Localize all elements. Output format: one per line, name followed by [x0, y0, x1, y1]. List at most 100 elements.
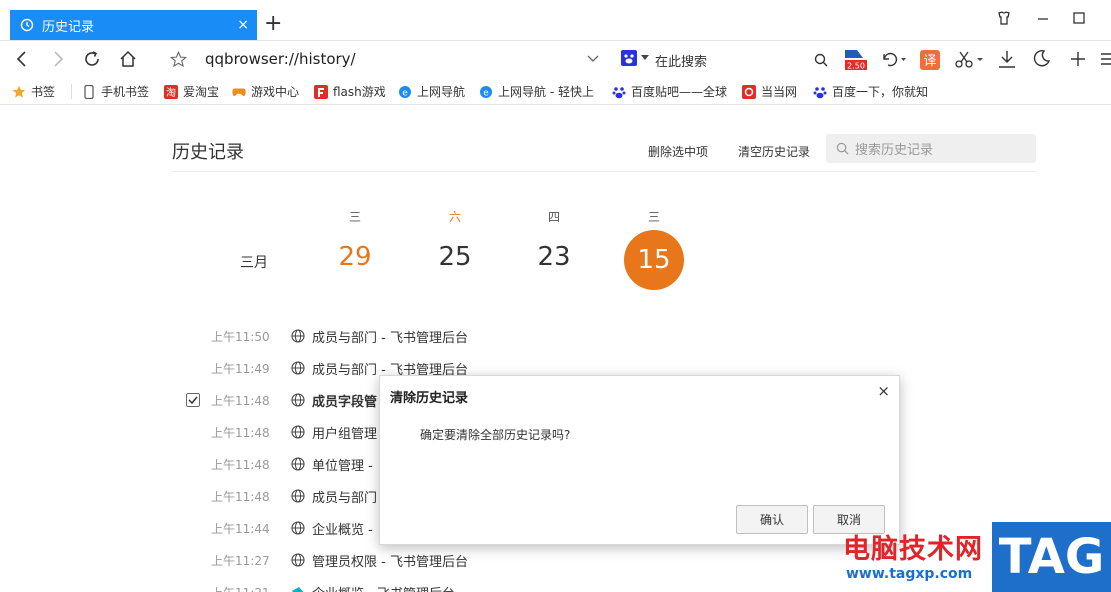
- date-29[interactable]: 29: [325, 242, 385, 272]
- feishu-icon: [292, 587, 304, 592]
- skin-icon[interactable]: [996, 10, 1012, 26]
- history-time: 上午11:49: [211, 362, 270, 376]
- history-title[interactable]: 管理员权限 - 飞书管理后台: [312, 551, 468, 570]
- svg-text:淘: 淘: [166, 86, 176, 99]
- ie-icon: e: [399, 85, 411, 98]
- svg-text:e: e: [402, 88, 408, 98]
- globe-icon: [291, 393, 305, 407]
- bookmark-item[interactable]: e 上网导航 - 轻快上: [479, 83, 594, 100]
- clear-history-dialog: 清除历史记录 × 确定要清除全部历史记录吗? 确认 取消: [379, 375, 900, 545]
- history-title[interactable]: 企业概览 - 飞书管理后台: [312, 583, 455, 592]
- globe-icon: [291, 489, 305, 503]
- forward-icon: [54, 51, 64, 67]
- history-time: 上午11:44: [211, 522, 270, 536]
- history-title[interactable]: 用户组管理: [312, 423, 377, 442]
- download-icon[interactable]: [998, 50, 1016, 68]
- history-time: 上午11:27: [211, 554, 270, 568]
- menu-icon[interactable]: [1101, 52, 1111, 66]
- back-button[interactable]: [10, 47, 34, 71]
- title-bar: 历史记录 × +: [0, 0, 1111, 40]
- bookmark-item[interactable]: 淘 爱淘宝: [164, 83, 219, 100]
- bookmark-item[interactable]: e 上网导航: [398, 83, 465, 100]
- address-bar[interactable]: qqbrowser://history/: [205, 50, 356, 68]
- clear-history-button[interactable]: 清空历史记录: [738, 143, 810, 160]
- night-mode-icon[interactable]: [1033, 50, 1050, 67]
- month-label: 三月: [240, 255, 268, 271]
- gamepad-icon: [232, 88, 246, 96]
- add-icon[interactable]: [1070, 51, 1086, 67]
- refresh-icon: [85, 51, 99, 66]
- bookmark-item[interactable]: 百度贴吧——全球: [612, 83, 727, 100]
- translate-icon[interactable]: 译: [920, 50, 940, 70]
- weekday-label: 三: [348, 210, 361, 224]
- refresh-button[interactable]: [80, 47, 104, 71]
- bookmark-star-button[interactable]: [166, 47, 190, 71]
- bookmark-item[interactable]: 游戏中心: [232, 83, 299, 100]
- back-icon: [16, 51, 26, 67]
- history-icon: [20, 18, 34, 32]
- weekday-label: 四: [547, 210, 560, 224]
- speed-test-icon[interactable]: 2.50: [843, 46, 869, 72]
- globe-icon: [291, 329, 305, 343]
- scissors-icon[interactable]: [955, 51, 985, 69]
- history-time: 上午11:50: [211, 330, 270, 344]
- history-row[interactable]: 上午11:50 成员与部门 - 飞书管理后台: [0, 320, 1111, 352]
- bookmark-item[interactable]: flash游戏: [314, 83, 386, 100]
- bookmark-item[interactable]: 手机书签: [82, 83, 149, 100]
- search-icon[interactable]: [814, 53, 828, 67]
- ie-icon: e: [480, 85, 492, 98]
- confirm-button[interactable]: 确认: [736, 505, 808, 534]
- date-23[interactable]: 23: [524, 242, 584, 272]
- history-title[interactable]: 成员与部门 - 飞书管理后台: [312, 327, 468, 346]
- globe-icon: [291, 457, 305, 471]
- star-icon: [12, 85, 26, 98]
- flash-game-icon: [314, 84, 328, 99]
- svg-text:译: 译: [923, 54, 936, 69]
- weekday-label: 六: [448, 210, 461, 224]
- delete-selected-button[interactable]: 删除选中项: [648, 143, 708, 160]
- history-title[interactable]: 单位管理 -: [312, 455, 373, 474]
- history-search-input[interactable]: 搜索历史记录: [826, 134, 1036, 163]
- tab-title: 历史记录: [42, 19, 95, 35]
- nav-bar: qqbrowser://history/ 在此搜索 2.50 译: [0, 40, 1111, 78]
- date-15-selected[interactable]: 15: [624, 230, 684, 290]
- dialog-message: 确定要清除全部历史记录吗?: [420, 428, 571, 442]
- star-outline-icon: [169, 50, 187, 67]
- page-title: 历史记录: [172, 142, 244, 163]
- date-25[interactable]: 25: [425, 242, 485, 272]
- minimize-icon[interactable]: [1036, 12, 1050, 26]
- home-button[interactable]: [116, 47, 140, 71]
- bookmark-item[interactable]: 当当网: [742, 83, 797, 100]
- history-title[interactable]: 企业概览 -: [312, 519, 373, 538]
- new-tab-button[interactable]: +: [264, 12, 282, 36]
- header-divider: [172, 171, 1036, 172]
- history-time: 上午11:48: [211, 490, 270, 504]
- history-title[interactable]: 成员字段管: [312, 391, 377, 410]
- address-dropdown-icon[interactable]: [587, 55, 599, 63]
- baidu-paw-icon: [813, 86, 827, 98]
- watermark-tag-logo: TAG: [992, 522, 1111, 592]
- history-time: 上午11:48: [211, 394, 270, 408]
- bookmark-divider: [71, 84, 72, 99]
- dialog-close-icon[interactable]: ×: [877, 382, 890, 400]
- tab-history[interactable]: 历史记录 ×: [10, 10, 257, 40]
- row-checkbox[interactable]: [186, 393, 200, 407]
- history-time: 上午11:48: [211, 458, 270, 472]
- forward-button[interactable]: [46, 47, 70, 71]
- baidu-engine-icon: [621, 50, 637, 66]
- undo-icon[interactable]: [880, 51, 906, 69]
- globe-icon: [291, 425, 305, 439]
- bookmark-item[interactable]: 书签: [12, 83, 55, 100]
- dialog-title: 清除历史记录: [390, 391, 469, 406]
- maximize-icon[interactable]: [1073, 12, 1085, 24]
- history-title[interactable]: 成员与部门: [312, 487, 377, 506]
- home-icon: [120, 50, 136, 67]
- baidu-paw-icon: [612, 86, 626, 98]
- bookmark-item[interactable]: 百度一下，你就知: [813, 83, 928, 100]
- tab-close-icon[interactable]: ×: [237, 17, 249, 33]
- search-input[interactable]: 在此搜索: [655, 51, 707, 70]
- search-engine-selector[interactable]: [620, 49, 649, 67]
- watermark-url: www.tagxp.com: [846, 566, 973, 582]
- search-icon: [836, 142, 849, 155]
- weekday-label: 三: [647, 210, 660, 224]
